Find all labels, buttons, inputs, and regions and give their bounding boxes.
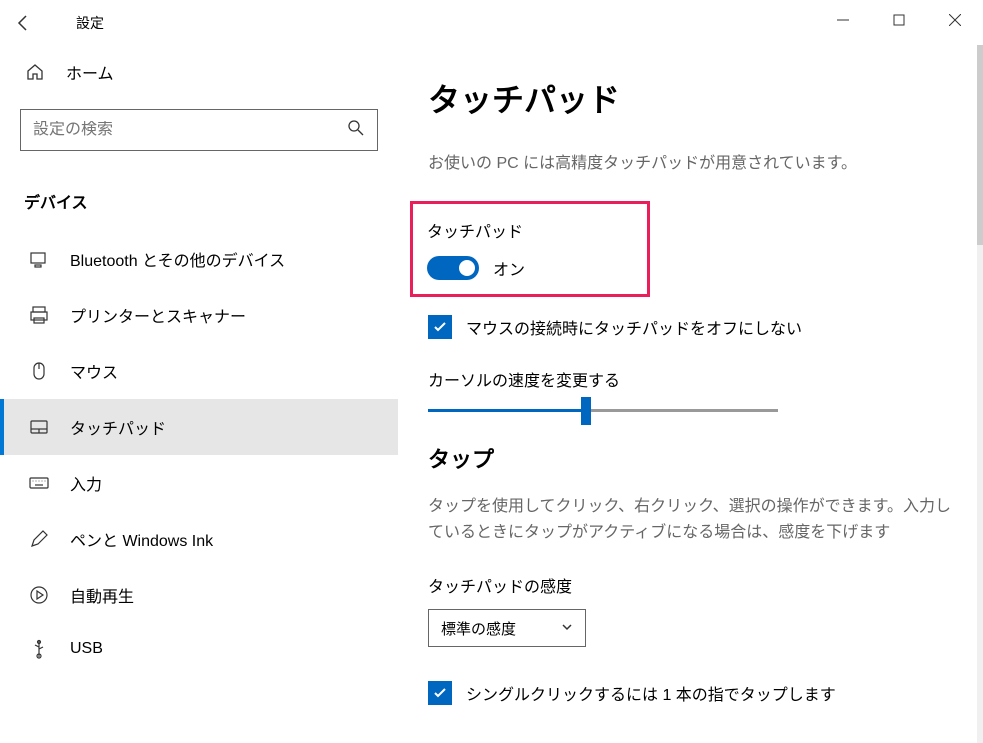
autoplay-icon — [28, 585, 50, 605]
single-tap-label: シングルクリックするには 1 本の指でタップします — [466, 681, 836, 705]
page-description: お使いの PC には高精度タッチパッドが用意されています。 — [428, 149, 953, 173]
tap-heading: タップ — [428, 442, 953, 474]
search-icon — [347, 119, 365, 142]
sidebar: ホーム デバイス Bluetooth とその他のデバイス プリンターとスキャナー — [0, 45, 398, 743]
touchpad-toggle[interactable] — [427, 256, 479, 280]
home-label: ホーム — [66, 60, 114, 84]
cursor-speed-label: カーソルの速度を変更する — [428, 367, 953, 391]
mouse-disconnect-checkbox[interactable] — [428, 315, 452, 339]
sidebar-item-label: マウス — [70, 359, 118, 383]
minimize-button[interactable] — [815, 0, 871, 40]
cursor-speed-slider[interactable] — [428, 409, 778, 412]
chevron-down-icon — [561, 620, 573, 637]
sensitivity-value: 標準の感度 — [441, 618, 516, 639]
toggle-knob — [459, 260, 475, 276]
search-input[interactable] — [33, 121, 347, 139]
sidebar-item-label: 入力 — [70, 471, 102, 495]
sidebar-item-label: プリンターとスキャナー — [70, 303, 246, 327]
sensitivity-label: タッチパッドの感度 — [428, 573, 953, 597]
scrollbar[interactable] — [977, 45, 983, 743]
sidebar-item-typing[interactable]: 入力 — [0, 455, 398, 511]
page-title: タッチパッド — [428, 75, 953, 121]
window-title: 設定 — [76, 13, 104, 33]
category-header: デバイス — [0, 171, 398, 231]
tap-description: タップを使用してクリック、右クリック、選択の操作ができます。入力しているときにタ… — [428, 494, 953, 545]
sidebar-item-label: 自動再生 — [70, 583, 134, 607]
close-button[interactable] — [927, 0, 983, 40]
mouse-disconnect-label: マウスの接続時にタッチパッドをオフにしない — [466, 315, 802, 339]
sidebar-item-pen[interactable]: ペンと Windows Ink — [0, 511, 398, 567]
touchpad-icon — [28, 417, 50, 437]
sidebar-item-touchpad[interactable]: タッチパッド — [0, 399, 398, 455]
single-tap-checkbox[interactable] — [428, 681, 452, 705]
sidebar-item-label: USB — [70, 640, 103, 658]
mouse-icon — [28, 361, 50, 381]
home-icon — [24, 62, 46, 82]
sensitivity-dropdown[interactable]: 標準の感度 — [428, 609, 586, 647]
highlight-box: タッチパッド オン — [410, 201, 650, 297]
sidebar-item-autoplay[interactable]: 自動再生 — [0, 567, 398, 623]
maximize-button[interactable] — [871, 0, 927, 40]
scrollbar-thumb[interactable] — [977, 45, 983, 245]
slider-thumb[interactable] — [581, 397, 591, 425]
main-content: タッチパッド お使いの PC には高精度タッチパッドが用意されています。 タッチ… — [398, 45, 983, 743]
sidebar-item-printers[interactable]: プリンターとスキャナー — [0, 287, 398, 343]
touchpad-section-label: タッチパッド — [427, 218, 633, 242]
sidebar-item-mouse[interactable]: マウス — [0, 343, 398, 399]
printer-icon — [28, 305, 50, 325]
back-button[interactable] — [0, 0, 48, 45]
bluetooth-devices-icon — [28, 249, 50, 269]
slider-fill — [428, 409, 586, 412]
search-box[interactable] — [20, 109, 378, 151]
sidebar-item-label: タッチパッド — [70, 415, 166, 439]
sidebar-item-label: Bluetooth とその他のデバイス — [70, 247, 285, 271]
sidebar-item-label: ペンと Windows Ink — [70, 527, 213, 551]
pen-icon — [28, 529, 50, 549]
sidebar-item-usb[interactable]: USB — [0, 623, 398, 675]
sidebar-item-bluetooth[interactable]: Bluetooth とその他のデバイス — [0, 231, 398, 287]
home-button[interactable]: ホーム — [0, 45, 398, 99]
toggle-state-label: オン — [493, 256, 525, 280]
keyboard-icon — [28, 473, 50, 493]
usb-icon — [28, 639, 50, 659]
